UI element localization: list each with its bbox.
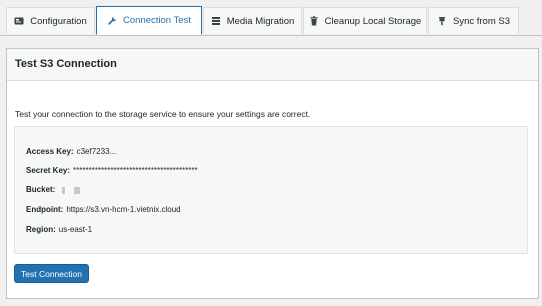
panel-description: Test your connection to the storage serv… — [15, 109, 311, 119]
panel-header: Test S3 Connection — [7, 49, 538, 81]
bucket-value-redacted — [61, 185, 80, 194]
tab-bar: Configuration Connection Test Media Migr… — [0, 0, 542, 36]
panel-title: Test S3 Connection — [15, 58, 117, 70]
tab-sync-from-s3[interactable]: Sync from S3 — [428, 7, 519, 34]
tab-media-migration-label: Media Migration — [226, 15, 295, 27]
tab-cleanup-local-storage[interactable]: Cleanup Local Storage — [303, 7, 427, 34]
tab-configuration[interactable]: Configuration — [6, 7, 95, 34]
endpoint-row: Endpoint: https://s3.vn-hcm-1.vietnix.clo… — [26, 205, 181, 214]
bucket-label: Bucket: — [26, 185, 56, 194]
connection-test-panel: Test S3 Connection Test your connection … — [6, 48, 539, 299]
tab-connection-test[interactable]: Connection Test — [96, 6, 202, 35]
test-connection-button[interactable]: Test Connection — [14, 264, 89, 283]
region-row: Region: us-east-1 — [26, 225, 92, 234]
endpoint-label: Endpoint: — [26, 205, 64, 214]
access-key-label: Access Key: — [26, 147, 74, 156]
access-key-row: Access Key: c3ef7233... — [26, 147, 116, 156]
secret-key-label: Secret Key: — [26, 166, 71, 175]
gear-icon — [14, 16, 24, 26]
bucket-row: Bucket: — [26, 185, 80, 194]
trash-icon — [309, 16, 319, 26]
tab-connection-test-label: Connection Test — [123, 15, 191, 26]
secret-key-value: **************************************** — [73, 166, 198, 175]
sync-icon — [437, 16, 447, 26]
tab-sync-label: Sync from S3 — [452, 15, 511, 27]
secret-key-row: Secret Key: *****************************… — [26, 166, 198, 175]
region-value: us-east-1 — [58, 225, 93, 234]
tab-cleanup-label: Cleanup Local Storage — [324, 15, 422, 27]
connection-details: Access Key: c3ef7233... Secret Key: ******… — [14, 126, 528, 254]
tab-configuration-label: Configuration — [30, 15, 87, 27]
tab-media-migration[interactable]: Media Migration — [203, 7, 302, 34]
wrench-icon — [107, 16, 117, 26]
access-key-value: c3ef7233... — [76, 147, 117, 156]
region-label: Region: — [26, 225, 56, 234]
endpoint-value: https://s3.vn-hcm-1.vietnix.cloud — [66, 205, 181, 214]
database-icon — [211, 16, 221, 26]
